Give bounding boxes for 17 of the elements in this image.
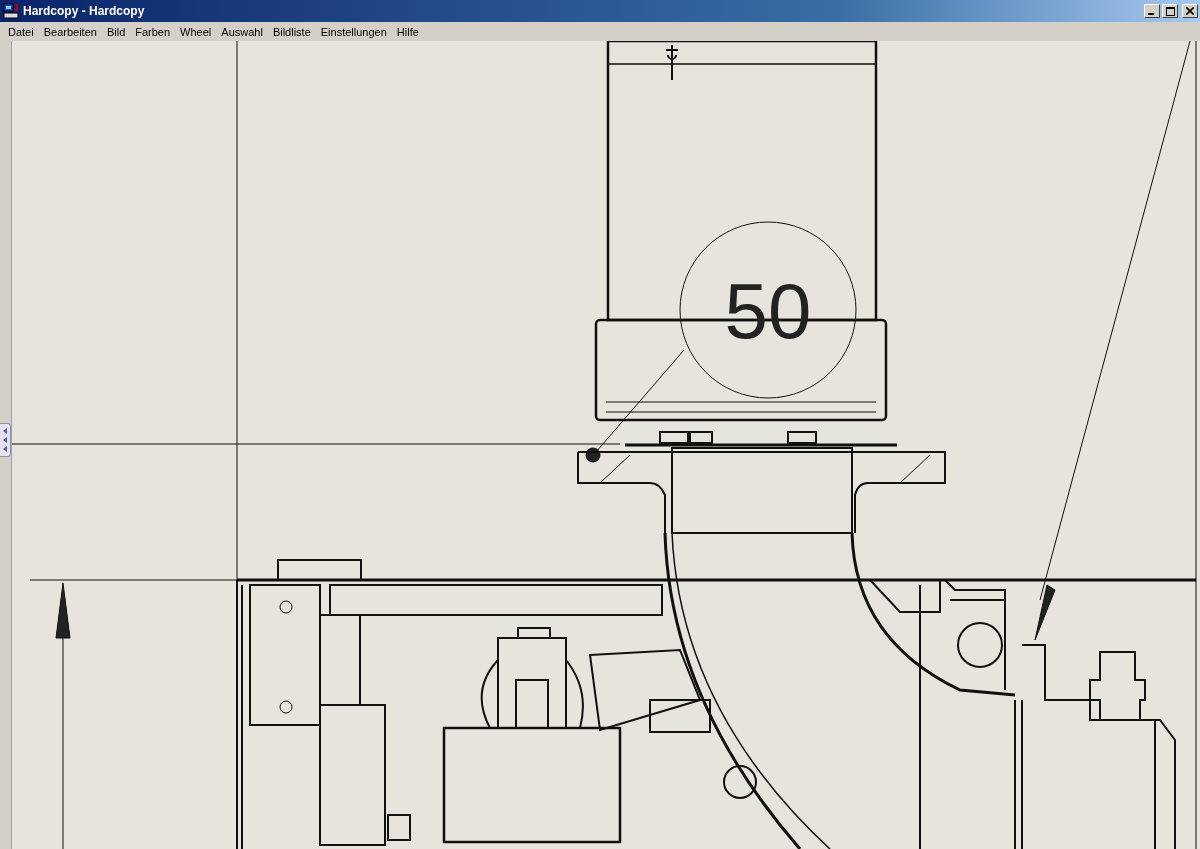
maximize-button[interactable] (1162, 4, 1178, 18)
menu-item[interactable]: Bild (101, 25, 131, 38)
menu-item[interactable]: Einstellungen (315, 25, 392, 38)
menu-item[interactable]: Datei (3, 25, 39, 38)
computer-icon (3, 3, 19, 19)
menu-item[interactable]: Hilfe (391, 25, 424, 38)
menu-item[interactable]: Bildliste (267, 25, 316, 38)
menu-item[interactable]: Bearbeiten (38, 25, 102, 38)
close-button[interactable] (1182, 4, 1198, 18)
close-icon (1186, 7, 1194, 15)
window-title: Hardcopy - Hardcopy (23, 4, 146, 18)
menu-item[interactable]: Farben (130, 25, 176, 38)
menu-item[interactable]: Wheel (175, 25, 217, 38)
minimize-button[interactable] (1144, 4, 1160, 18)
maximize-icon (1165, 6, 1175, 16)
menu-item[interactable]: Auswahl (216, 25, 268, 38)
collapse-handle[interactable] (0, 423, 11, 457)
